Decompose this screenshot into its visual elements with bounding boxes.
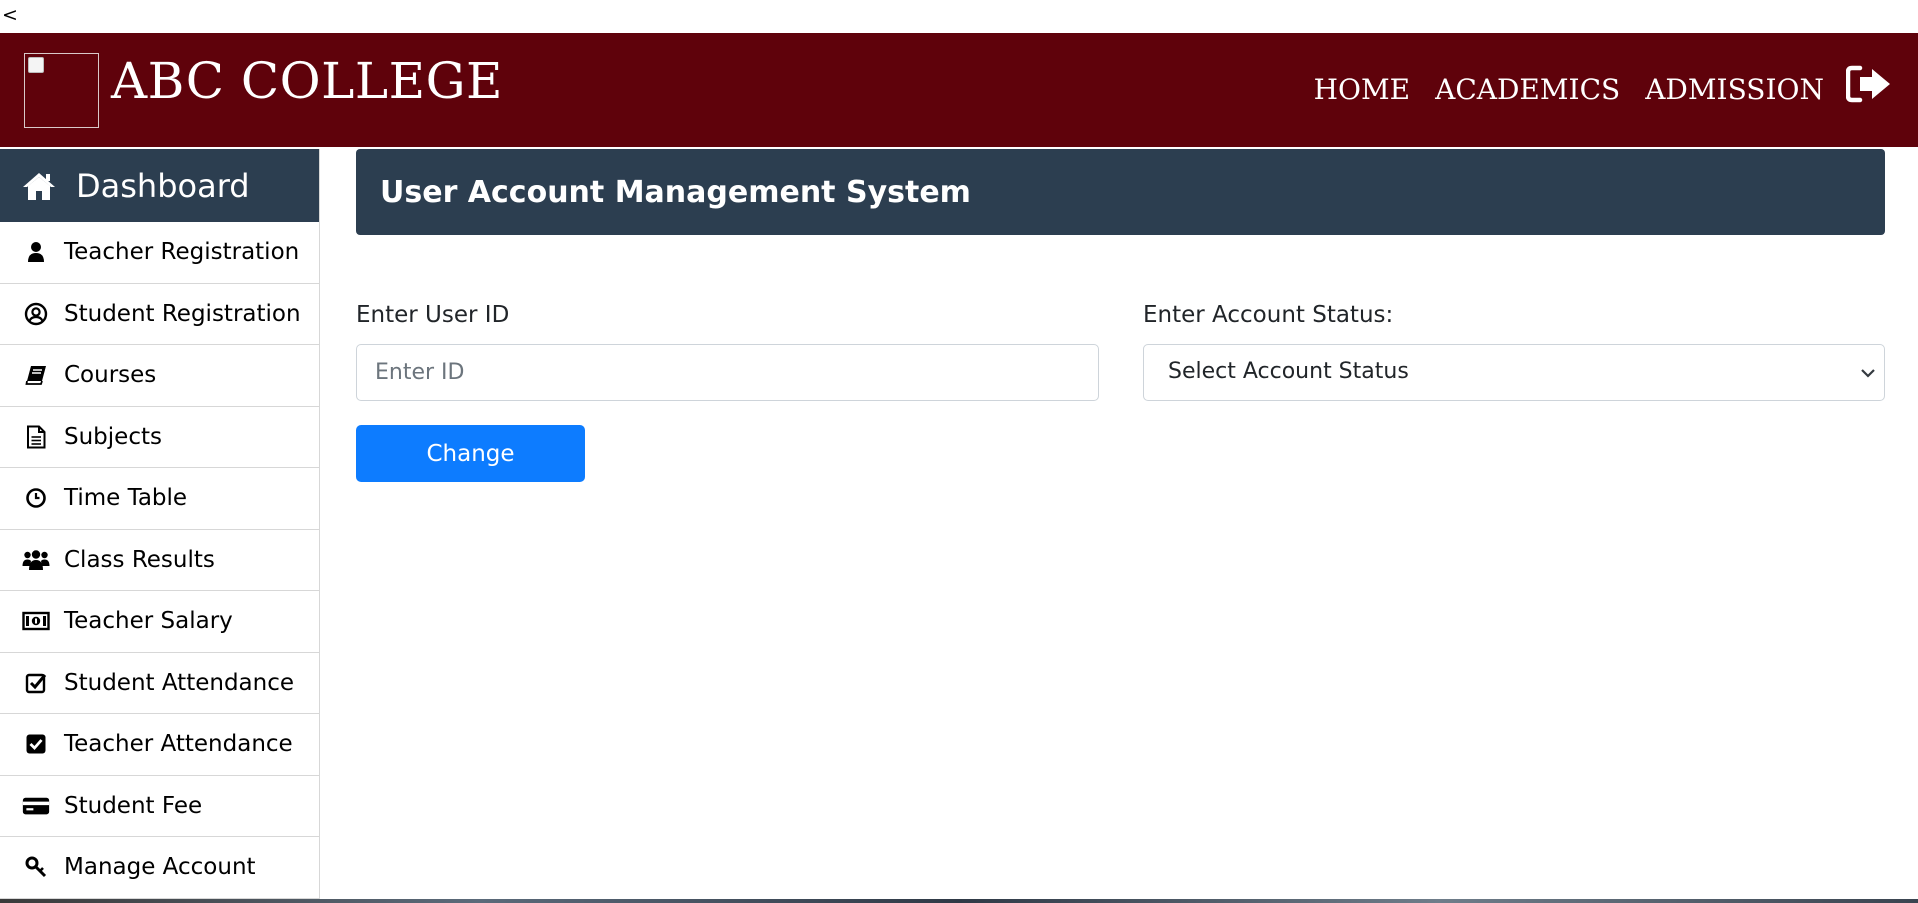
user-circle-icon <box>22 302 50 326</box>
money-icon <box>22 609 50 633</box>
book-icon <box>22 363 50 387</box>
check-square-icon <box>22 732 50 756</box>
sidebar-item-student-registration[interactable]: Student Registration <box>0 284 319 345</box>
sidebar-item-student-attendance[interactable]: Student Attendance <box>0 653 319 714</box>
sign-out-icon[interactable] <box>1845 65 1894 103</box>
credit-card-icon <box>22 794 50 818</box>
nav-academics[interactable]: ACADEMICS <box>1435 73 1620 107</box>
check-square-outline-icon <box>22 671 50 695</box>
home-icon <box>22 171 56 201</box>
sidebar-item-label: Teacher Registration <box>64 239 300 266</box>
sidebar-item-courses[interactable]: Courses <box>0 345 319 407</box>
sidebar-dashboard-label: Dashboard <box>76 166 250 205</box>
sidebar-item-label: Teacher Attendance <box>64 731 293 758</box>
sidebar-item-student-fee[interactable]: Student Fee <box>0 776 319 837</box>
sidebar-item-teacher-registration[interactable]: Teacher Registration <box>0 222 319 284</box>
sidebar-item-class-results[interactable]: Class Results <box>0 530 319 591</box>
main-nav: HOME ACADEMICS ADMISSION <box>1289 65 1918 109</box>
sidebar-item-label: Time Table <box>64 485 188 512</box>
sidebar-item-time-table[interactable]: Time Table <box>0 468 319 530</box>
sidebar-item-label: Manage Account <box>64 854 256 881</box>
user-id-label: Enter User ID <box>356 302 510 328</box>
sidebar-dashboard[interactable]: Dashboard <box>0 149 319 222</box>
sidebar-item-label: Teacher Salary <box>64 608 233 635</box>
nav-admission[interactable]: ADMISSION <box>1645 73 1824 107</box>
nav-home[interactable]: HOME <box>1314 73 1410 107</box>
page-title-bar: User Account Management System <box>356 149 1885 235</box>
user-id-input[interactable] <box>356 344 1099 401</box>
users-icon <box>22 548 50 572</box>
sidebar-item-label: Class Results <box>64 546 215 573</box>
sidebar-item-label: Subjects <box>64 423 162 450</box>
page-title: User Account Management System <box>380 174 971 210</box>
key-icon <box>22 855 50 879</box>
sidebar-item-label: Student Attendance <box>64 669 295 696</box>
change-button[interactable]: Change <box>356 425 585 482</box>
file-text-icon <box>22 425 50 449</box>
sidebar-item-label: Courses <box>64 362 157 389</box>
sidebar: Dashboard Teacher Registration Student R… <box>0 149 320 901</box>
sidebar-item-teacher-attendance[interactable]: Teacher Attendance <box>0 714 319 776</box>
background-strip <box>0 899 1918 903</box>
sidebar-item-teacher-salary[interactable]: Teacher Salary <box>0 591 319 653</box>
top-navbar: ABC COLLEGE HOME ACADEMICS ADMISSION <box>0 33 1918 147</box>
sidebar-item-label: Student Registration <box>64 300 301 327</box>
chevron-down-icon <box>1858 363 1878 383</box>
sidebar-item-label: Student Fee <box>64 792 203 819</box>
clock-icon <box>22 486 50 510</box>
sidebar-item-subjects[interactable]: Subjects <box>0 407 319 468</box>
main-content: User Account Management System Enter Use… <box>356 149 1885 482</box>
sidebar-item-manage-account[interactable]: Manage Account <box>0 837 319 899</box>
account-status-label: Enter Account Status: <box>1143 302 1394 328</box>
back-link[interactable]: < <box>2 6 18 25</box>
user-icon <box>22 240 50 264</box>
brand-title[interactable]: ABC COLLEGE <box>111 51 503 111</box>
account-status-selected: Select Account Status <box>1168 359 1409 384</box>
college-logo[interactable] <box>24 53 99 128</box>
account-status-select[interactable]: Select Account Status <box>1143 344 1885 401</box>
broken-image-icon <box>28 57 44 73</box>
